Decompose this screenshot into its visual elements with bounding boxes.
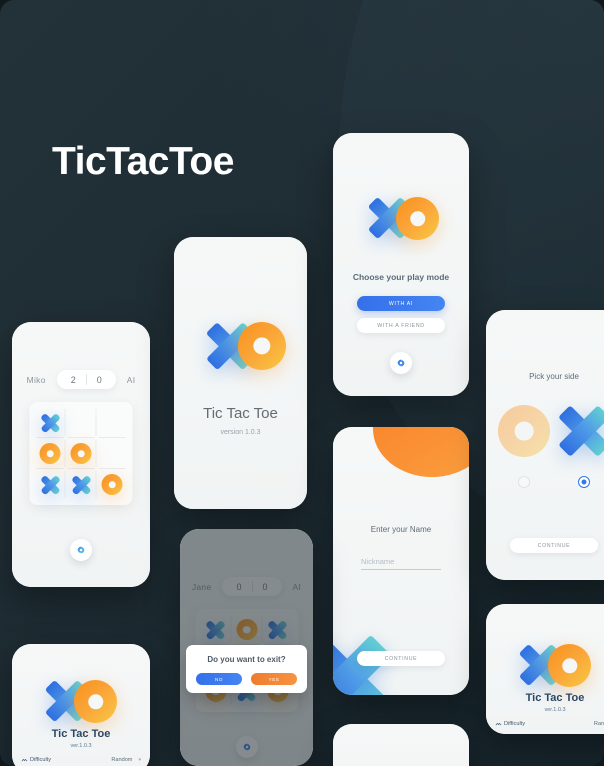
screen-surface: Pick your side CONTINUE bbox=[486, 310, 604, 580]
settings-row-value: Random bbox=[593, 721, 604, 727]
settings-button[interactable] bbox=[390, 352, 412, 374]
nickname-input[interactable]: Nickname bbox=[361, 557, 441, 570]
gear-icon bbox=[77, 546, 85, 554]
poster-stage: TicTacToe Miko 2 0 AI Tic Tac Toe versio… bbox=[0, 0, 604, 766]
app-logo bbox=[517, 638, 593, 692]
exit-dialog: Do you want to exit? NO YES bbox=[186, 645, 307, 693]
score-opponent: 0 bbox=[96, 374, 102, 385]
board-cell[interactable] bbox=[35, 469, 66, 500]
screen-surface: Tic Tac Toe version 1.0.3 bbox=[174, 237, 307, 509]
app-logo bbox=[43, 674, 119, 728]
screen-surface: Tic Tac Toe ver.1.0.3 Difficulty Random … bbox=[12, 644, 150, 766]
board-cell[interactable] bbox=[35, 438, 66, 469]
name-label: Enter your Name bbox=[370, 525, 432, 534]
screen-pick-side: Pick your side CONTINUE bbox=[486, 310, 604, 580]
board-cell[interactable] bbox=[97, 407, 128, 438]
settings-button[interactable] bbox=[70, 539, 92, 561]
chevron-down-icon[interactable]: ▾ bbox=[138, 757, 141, 763]
screen-surface: Tic Tac Toe ver.1.0.3 Difficulty Random bbox=[486, 604, 604, 734]
player-name: Miko bbox=[26, 374, 46, 385]
settings-title: Tic Tac Toe bbox=[51, 728, 111, 740]
settings-row-difficulty[interactable]: Difficulty Random bbox=[495, 721, 604, 727]
difficulty-icon bbox=[21, 758, 28, 762]
screen-play-mode: Choose your play mode WITH AI WITH A FRI… bbox=[333, 133, 469, 396]
app-logo bbox=[366, 191, 440, 245]
screen-blank-peek bbox=[333, 724, 469, 766]
board-cell[interactable] bbox=[97, 469, 128, 500]
score-pill: 2 0 bbox=[56, 370, 116, 389]
screen-surface: Miko 2 0 AI bbox=[12, 322, 150, 587]
board-cell[interactable] bbox=[35, 407, 66, 438]
screen-settings-right: Tic Tac Toe ver.1.0.3 Difficulty Random bbox=[486, 604, 604, 734]
settings-title: Tic Tac Toe bbox=[525, 692, 585, 704]
decorative-orange-blob bbox=[373, 427, 469, 477]
settings-row-label: Difficulty bbox=[504, 721, 526, 727]
screen-surface bbox=[333, 724, 469, 766]
with-friend-button[interactable]: WITH A FRIEND bbox=[357, 318, 445, 333]
game-board bbox=[29, 402, 133, 505]
score-player: 2 bbox=[70, 374, 76, 385]
screen-enter-name: Enter your Name Nickname CONTINUE bbox=[333, 427, 469, 695]
settings-version: ver.1.0.3 bbox=[70, 743, 92, 749]
settings-version: ver.1.0.3 bbox=[544, 707, 566, 713]
settings-row-difficulty[interactable]: Difficulty Random ▾ bbox=[21, 757, 141, 763]
screen-settings-left: Tic Tac Toe ver.1.0.3 Difficulty Random … bbox=[12, 644, 150, 766]
board-cell[interactable] bbox=[97, 438, 128, 469]
board-cell[interactable] bbox=[66, 407, 97, 438]
with-ai-button[interactable]: WITH AI bbox=[357, 296, 445, 311]
page-title: TicTacToe bbox=[52, 140, 234, 183]
app-name: Tic Tac Toe bbox=[203, 405, 278, 422]
radio-option-x[interactable] bbox=[578, 476, 590, 488]
difficulty-icon bbox=[495, 722, 502, 726]
dialog-message: Do you want to exit? bbox=[207, 655, 286, 664]
dialog-yes-button[interactable]: YES bbox=[251, 673, 297, 685]
opponent-name: AI bbox=[126, 374, 136, 385]
screen-exit-dialog: Jane 0 0 AI bbox=[180, 529, 313, 766]
screen-surface: Choose your play mode WITH AI WITH A FRI… bbox=[333, 133, 469, 396]
screen-surface: Jane 0 0 AI bbox=[180, 529, 313, 766]
dialog-no-button[interactable]: NO bbox=[196, 673, 242, 685]
side-label: Pick your side bbox=[529, 372, 579, 381]
screen-game-board: Miko 2 0 AI bbox=[12, 322, 150, 587]
board-cell[interactable] bbox=[66, 438, 97, 469]
mode-label: Choose your play mode bbox=[352, 272, 450, 282]
score-divider bbox=[85, 374, 87, 385]
settings-row-value: Random bbox=[111, 757, 133, 763]
score-row: Miko 2 0 AI bbox=[12, 370, 150, 389]
option-o-mark[interactable] bbox=[498, 405, 550, 457]
screen-splash: Tic Tac Toe version 1.0.3 bbox=[174, 237, 307, 509]
option-x-mark[interactable] bbox=[556, 403, 604, 459]
board-cell[interactable] bbox=[66, 469, 97, 500]
settings-row-label: Difficulty bbox=[30, 757, 52, 763]
screen-surface: Enter your Name Nickname CONTINUE bbox=[333, 427, 469, 695]
radio-option-o[interactable] bbox=[518, 476, 530, 488]
continue-button[interactable]: CONTINUE bbox=[510, 538, 598, 553]
app-version: version 1.0.3 bbox=[220, 429, 261, 436]
gear-icon bbox=[397, 359, 405, 367]
continue-button[interactable]: CONTINUE bbox=[357, 651, 445, 666]
app-logo bbox=[204, 315, 286, 375]
